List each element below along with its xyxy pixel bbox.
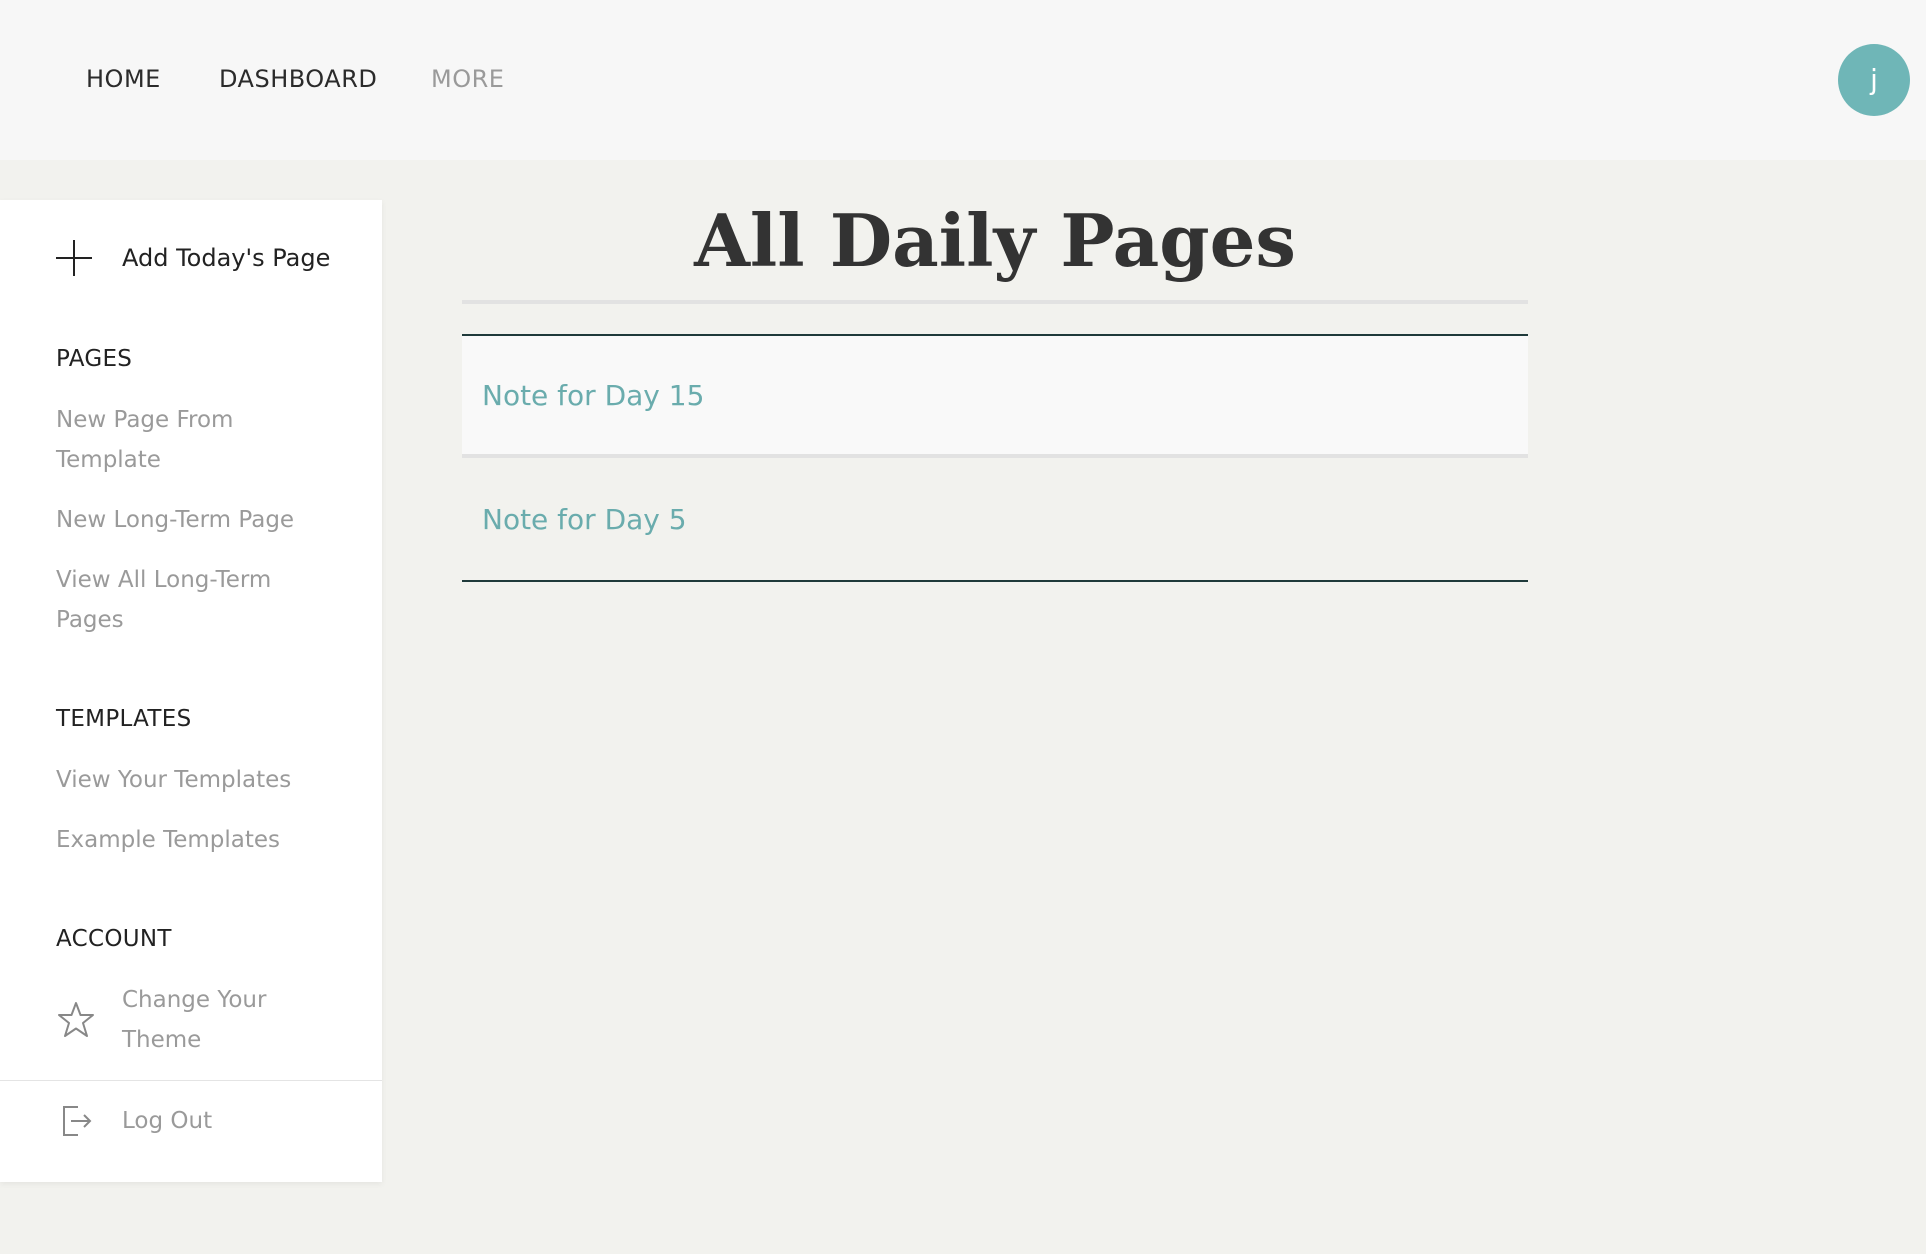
account-heading: ACCOUNT — [56, 926, 172, 952]
daily-pages-list: Note for Day 15 Note for Day 5 — [462, 334, 1528, 582]
add-todays-page-button[interactable]: Add Today's Page — [56, 240, 330, 276]
change-theme-label: Change Your Theme — [122, 987, 267, 1053]
list-item-title[interactable]: Note for Day 15 — [482, 379, 704, 412]
pages-heading: PAGES — [56, 346, 133, 372]
sidebar-item-new-page-from-template[interactable]: New Page From Template — [56, 400, 306, 480]
sidebar: Add Today's Page PAGES New Page From Tem… — [0, 200, 382, 1182]
star-icon — [56, 1000, 96, 1040]
sidebar-item-view-your-templates[interactable]: View Your Templates — [56, 760, 306, 800]
user-avatar[interactable]: j — [1838, 44, 1910, 116]
list-item[interactable]: Note for Day 5 — [462, 458, 1528, 580]
title-divider — [462, 300, 1528, 304]
sidebar-divider — [0, 1080, 382, 1081]
nav-more-link[interactable]: MORE — [431, 64, 504, 94]
sidebar-item-example-templates[interactable]: Example Templates — [56, 820, 306, 860]
log-out-icon — [56, 1101, 96, 1141]
list-item[interactable]: Note for Day 15 — [462, 336, 1528, 458]
log-out-label: Log Out — [122, 1108, 213, 1134]
plus-icon — [56, 240, 92, 276]
log-out-link[interactable]: Log Out — [56, 1101, 302, 1141]
page-title: All Daily Pages — [694, 198, 1296, 283]
top-nav-bar: HOME DASHBOARD MORE j — [0, 0, 1926, 160]
templates-heading: TEMPLATES — [56, 706, 192, 732]
nav-dashboard-link[interactable]: DASHBOARD — [219, 64, 377, 94]
list-item-title[interactable]: Note for Day 5 — [482, 503, 687, 536]
nav-home-link[interactable]: HOME — [86, 64, 161, 94]
sidebar-item-new-long-term-page[interactable]: New Long-Term Page — [56, 500, 306, 540]
add-todays-page-label: Add Today's Page — [122, 244, 331, 272]
sidebar-item-view-all-long-term-pages[interactable]: View All Long-Term Pages — [56, 560, 306, 640]
change-theme-link[interactable]: Change Your Theme — [56, 980, 302, 1060]
